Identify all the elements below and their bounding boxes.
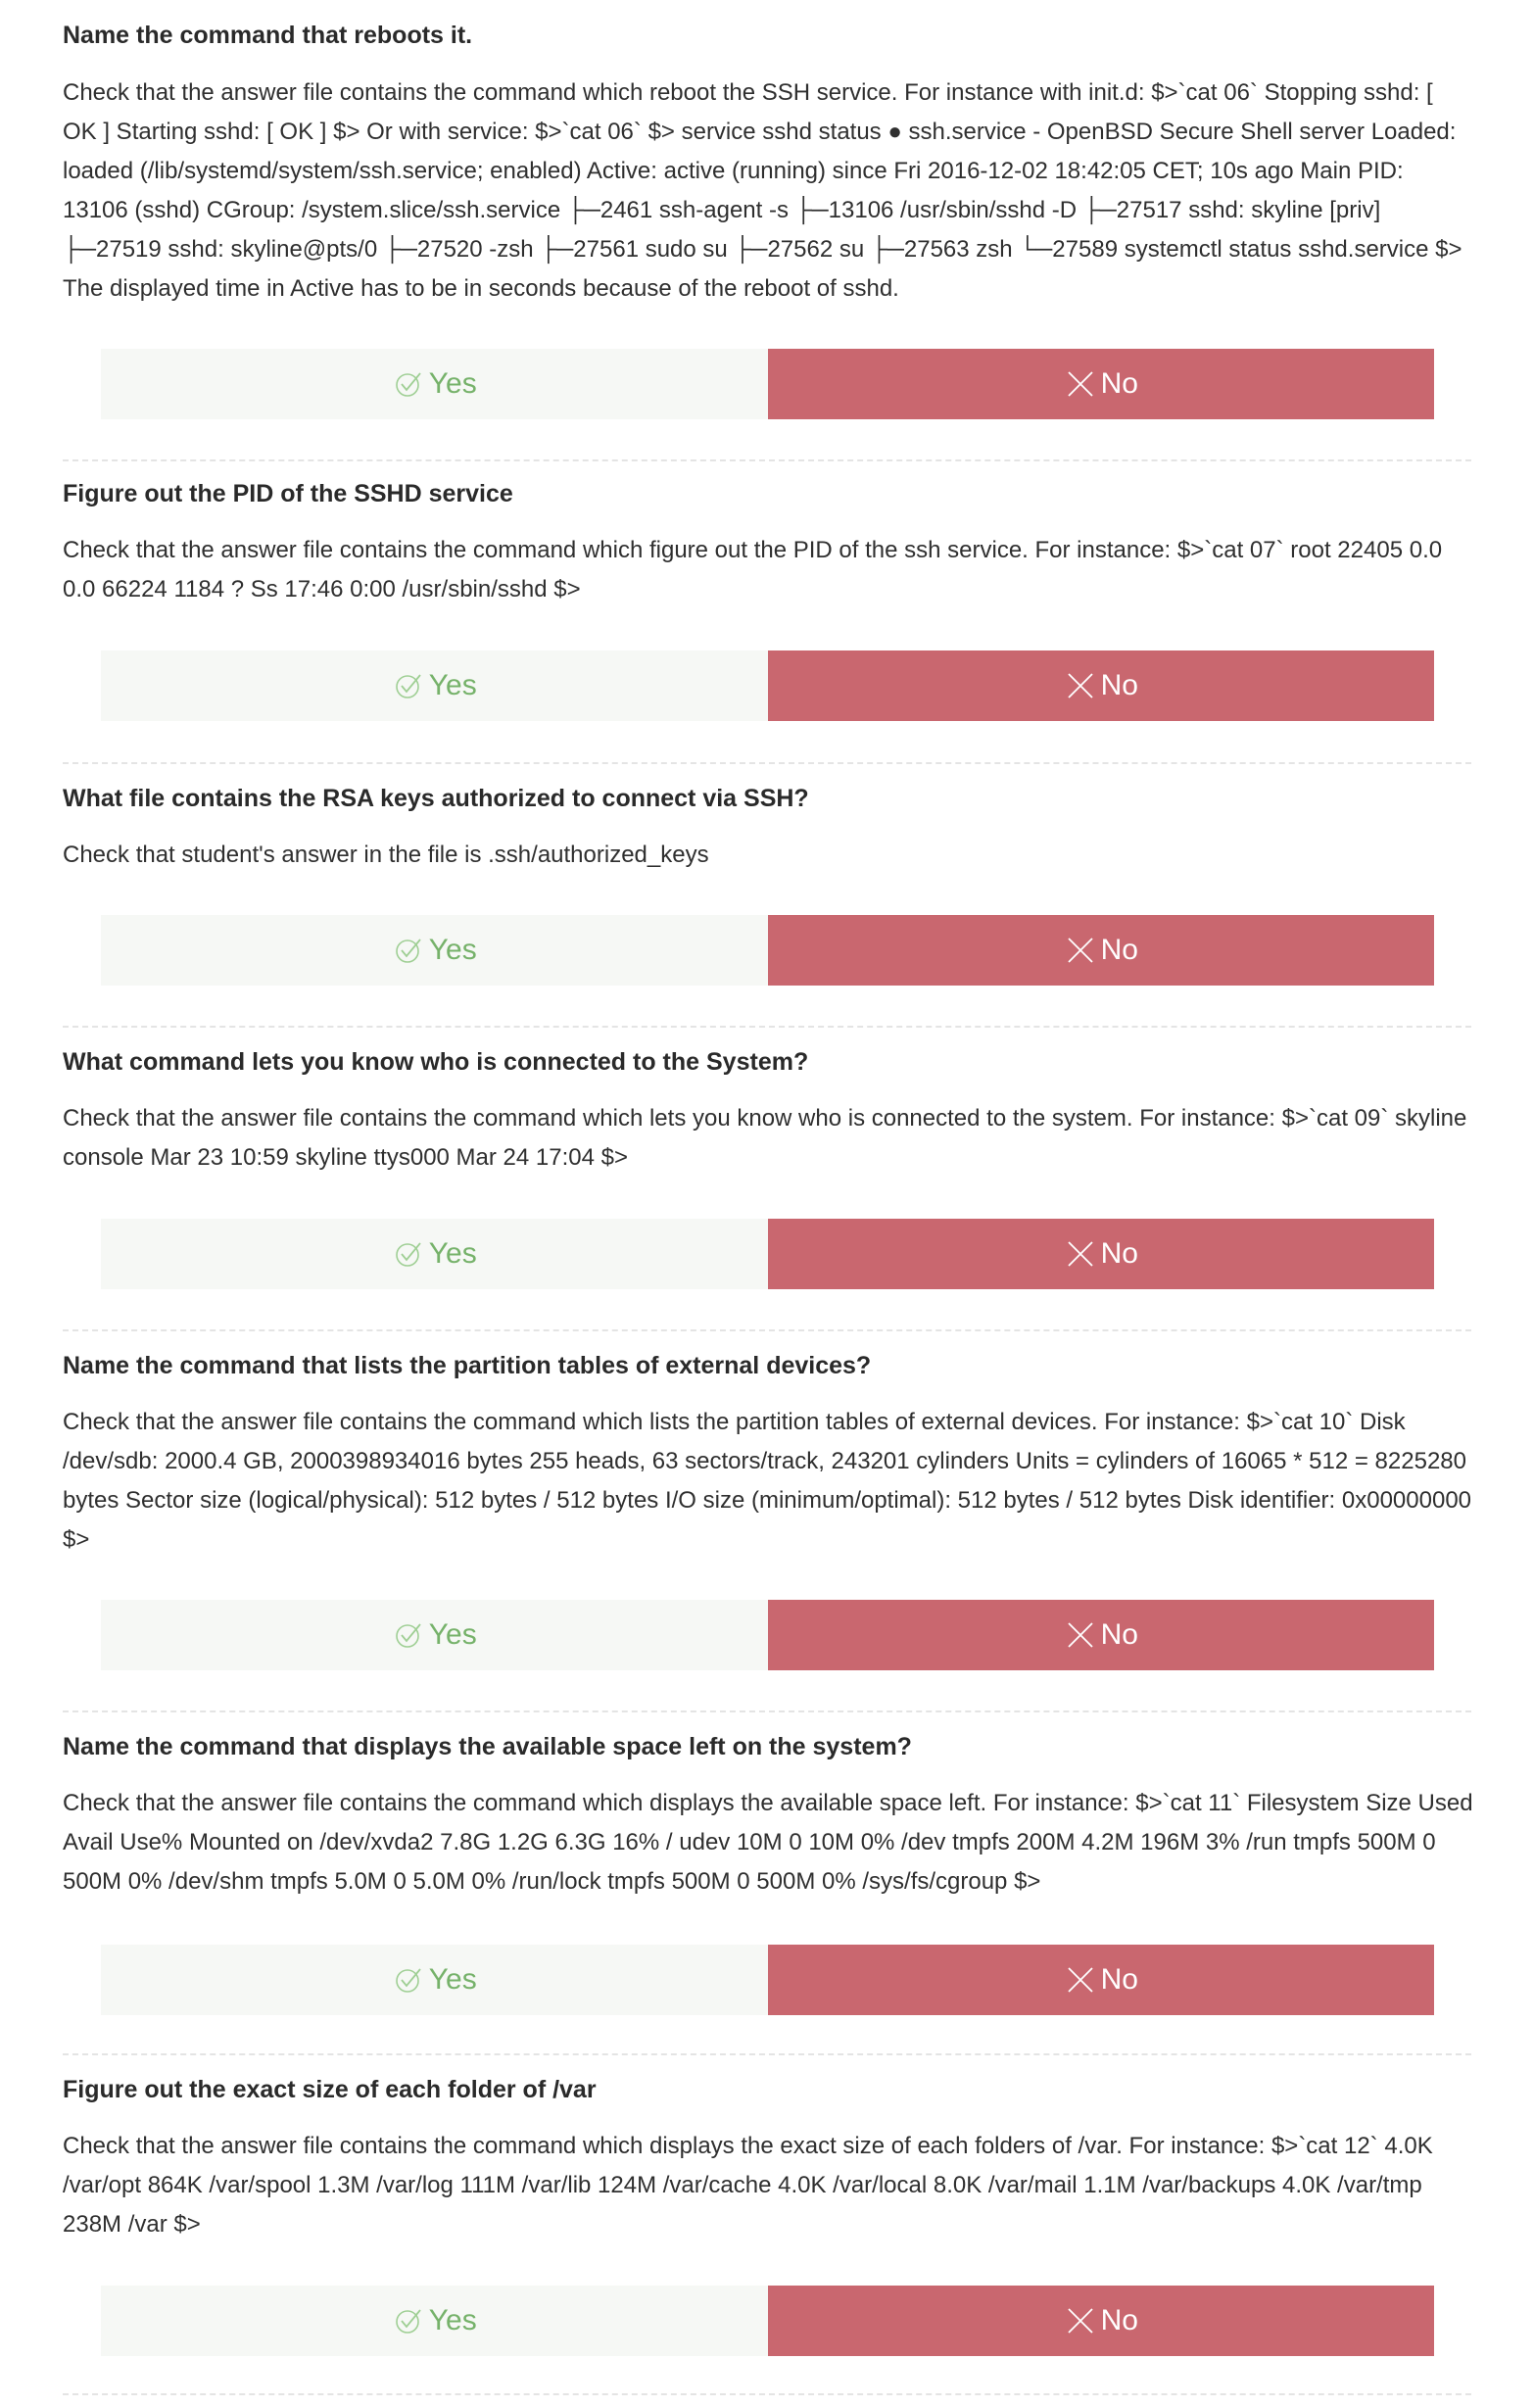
answer-buttons: Yes No (101, 650, 1434, 721)
yes-button[interactable]: Yes (101, 1945, 768, 2015)
cross-icon (1064, 934, 1097, 967)
question-title: Figure out the PID of the SSHD service (63, 480, 513, 507)
question-description: Check that the answer file contains the … (63, 1105, 1467, 1171)
no-label: No (1100, 367, 1138, 400)
no-button[interactable]: No (767, 650, 1434, 721)
answer-buttons: Yes No (101, 2286, 1434, 2356)
check-circle-icon (392, 1237, 425, 1271)
no-label: No (1100, 934, 1138, 966)
no-button[interactable]: No (767, 1945, 1434, 2015)
answer-buttons: Yes No (101, 915, 1434, 986)
question-section: Figure out the PID of the SSHD service C… (63, 460, 1473, 725)
yes-button[interactable]: Yes (101, 349, 768, 419)
section-divider (63, 2393, 1471, 2395)
evaluation-page: Name the command that reboots it. Check … (0, 0, 1534, 2408)
cross-icon (1064, 1963, 1097, 1997)
no-label: No (1100, 669, 1138, 701)
check-circle-icon (392, 2304, 425, 2337)
question-description: Check that the answer file contains the … (63, 1790, 1473, 1895)
yes-label: Yes (428, 367, 477, 400)
question-description: Check that the answer file contains the … (63, 537, 1443, 602)
yes-label: Yes (428, 1237, 477, 1270)
answer-buttons: Yes No (101, 1945, 1434, 2015)
check-circle-icon (392, 1963, 425, 1997)
yes-button[interactable]: Yes (101, 1219, 768, 1289)
no-button[interactable]: No (767, 1219, 1434, 1289)
check-circle-icon (392, 367, 425, 401)
question-description: Check that the answer file contains the … (63, 79, 1462, 302)
yes-label: Yes (428, 934, 477, 966)
question-description: Check that the answer file contains the … (63, 1409, 1472, 1553)
cross-icon (1064, 367, 1097, 401)
yes-label: Yes (428, 669, 477, 701)
no-label: No (1100, 1963, 1138, 1996)
answer-buttons: Yes No (101, 349, 1434, 419)
no-label: No (1100, 1237, 1138, 1270)
no-label: No (1100, 2304, 1138, 2336)
question-title: What command lets you know who is connec… (63, 1048, 809, 1076)
no-label: No (1100, 1618, 1138, 1651)
no-button[interactable]: No (767, 1600, 1434, 1670)
cross-icon (1064, 2304, 1097, 2337)
question-section: Name the command that reboots it. Check … (63, 0, 1473, 431)
yes-button[interactable]: Yes (101, 1600, 768, 1670)
cross-icon (1064, 669, 1097, 702)
yes-button[interactable]: Yes (101, 2286, 768, 2356)
question-section: What command lets you know who is connec… (63, 1027, 1473, 1291)
question-title: Name the command that reboots it. (63, 22, 473, 49)
question-section: Name the command that displays the avail… (63, 1711, 1473, 2015)
question-title: Name the command that lists the partitio… (63, 1352, 872, 1379)
answer-buttons: Yes No (101, 1600, 1434, 1670)
yes-label: Yes (428, 1618, 477, 1651)
no-button[interactable]: No (767, 2286, 1434, 2356)
yes-button[interactable]: Yes (101, 650, 768, 721)
check-circle-icon (392, 669, 425, 702)
question-section: Name the command that lists the partitio… (63, 1330, 1473, 1673)
answer-buttons: Yes No (101, 1219, 1434, 1289)
question-title: Name the command that displays the avail… (63, 1733, 912, 1760)
no-button[interactable]: No (767, 349, 1434, 419)
cross-icon (1064, 1237, 1097, 1271)
question-section: Figure out the exact size of each folder… (63, 2054, 1473, 2368)
question-title: Figure out the exact size of each folder… (63, 2076, 597, 2103)
check-circle-icon (392, 1618, 425, 1652)
check-circle-icon (392, 934, 425, 967)
yes-button[interactable]: Yes (101, 915, 768, 986)
question-description: Check that student's answer in the file … (63, 842, 709, 868)
question-title: What file contains the RSA keys authoriz… (63, 785, 809, 812)
yes-label: Yes (428, 2304, 477, 2336)
cross-icon (1064, 1618, 1097, 1652)
question-description: Check that the answer file contains the … (63, 2133, 1433, 2238)
yes-label: Yes (428, 1963, 477, 1996)
question-section: What file contains the RSA keys authoriz… (63, 763, 1473, 988)
no-button[interactable]: No (767, 915, 1434, 986)
